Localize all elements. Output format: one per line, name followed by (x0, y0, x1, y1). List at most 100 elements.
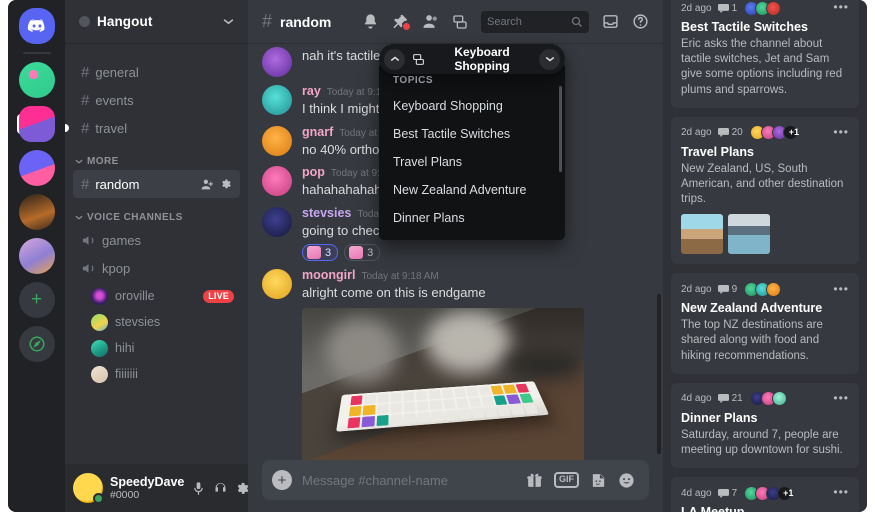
gift-icon[interactable] (526, 472, 543, 489)
headset-icon[interactable] (213, 481, 228, 496)
sidebar-item-random[interactable]: # random (73, 170, 240, 198)
voice-user-fiiiiiii[interactable]: fiiiiiii (85, 362, 240, 386)
count-value: 7 (731, 487, 738, 499)
menu-item-best-tactile-switches[interactable]: Best Tactile Switches (379, 120, 565, 148)
discord-logo-icon (27, 19, 44, 32)
menu-item-dinner-plans[interactable]: Dinner Plans (379, 204, 565, 232)
sidebar-item-general[interactable]: # general (73, 58, 240, 86)
thread-card[interactable]: 4d ago 21 ••• Dinner Plans Saturday, aro… (671, 382, 859, 469)
chevron-down-icon (75, 159, 83, 164)
pin-icon[interactable] (392, 13, 410, 30)
thread-more-button[interactable]: ••• (833, 486, 849, 498)
explore-servers-button[interactable] (18, 326, 55, 362)
search-input[interactable] (487, 15, 567, 28)
avatar[interactable] (262, 85, 292, 115)
chevron-up-icon[interactable] (384, 48, 405, 70)
thread-more-button[interactable]: ••• (833, 392, 849, 404)
message-author[interactable]: pop (302, 165, 325, 180)
add-member-icon[interactable] (201, 178, 214, 191)
avatar[interactable] (262, 166, 292, 197)
help-icon[interactable] (632, 13, 649, 30)
plus-icon: + (30, 289, 43, 310)
avatar[interactable] (73, 473, 104, 504)
avatar (771, 391, 787, 407)
server-icon-blue[interactable] (18, 150, 55, 186)
message-author[interactable]: stevsies (302, 206, 351, 221)
thread-more-button[interactable]: ••• (833, 1, 849, 13)
channel-settings-icon[interactable] (220, 178, 232, 191)
voice-user-oroville[interactable]: oroville LIVE (85, 284, 240, 308)
bell-icon[interactable] (362, 13, 379, 30)
gif-button[interactable]: GIF (554, 472, 579, 488)
voice-user-label: oroville (115, 289, 155, 303)
avatar (91, 339, 108, 357)
thread-meta: 4d ago 7 +1 ••• (681, 485, 849, 501)
server-icon-frog[interactable] (18, 106, 55, 142)
voice-user-stevsies[interactable]: stevsies (85, 310, 240, 334)
voice-user-label: fiiiiiii (115, 367, 138, 381)
message-author[interactable]: moongirl (302, 268, 355, 283)
thread-description: Saturday, around 7, people are meeting u… (681, 428, 843, 456)
thread-time: 4d ago (681, 393, 712, 405)
thread-image-road[interactable] (681, 214, 723, 255)
chevron-down-icon[interactable] (539, 48, 560, 70)
menu-scrollbar[interactable] (559, 86, 562, 172)
add-server-button[interactable]: + (18, 282, 55, 318)
thread-description: Eric asks the channel about tactile swit… (681, 38, 843, 96)
menu-item-new-zealand-adventure[interactable]: New Zealand Adventure (379, 176, 565, 204)
sticker-icon[interactable] (590, 472, 607, 489)
members-icon[interactable] (422, 13, 439, 30)
server-icon-mint[interactable] (18, 62, 55, 98)
count-value: 9 (731, 283, 738, 295)
voice-user-hihi[interactable]: hihi (85, 336, 240, 360)
thread-participants-overflow: +1 (782, 125, 799, 141)
attach-plus-icon[interactable]: + (272, 470, 292, 490)
search-box[interactable] (481, 10, 589, 33)
category-more[interactable]: MORE (65, 142, 248, 170)
sidebar-item-events[interactable]: # events (73, 86, 240, 114)
voice-channel-kpop[interactable]: kpop (73, 254, 240, 282)
menu-item-travel-plans[interactable]: Travel Plans (379, 148, 565, 176)
message-attachment-image[interactable] (302, 307, 584, 460)
home-button[interactable] (18, 8, 55, 44)
topic-picker-pill[interactable]: Keyboard Shopping (379, 44, 565, 74)
avatar[interactable] (262, 269, 292, 300)
thread-image-lake[interactable] (728, 214, 770, 255)
message-author[interactable]: ray (302, 84, 321, 99)
server-icon-pastel[interactable] (18, 238, 55, 274)
avatar[interactable] (262, 206, 292, 237)
inbox-icon[interactable] (602, 13, 619, 30)
message-author[interactable]: gnarf (302, 125, 333, 140)
composer-inner[interactable]: + GIF (262, 460, 649, 500)
thread-card[interactable]: 2d ago 1 ••• Best Tactile Switches Eric … (671, 0, 859, 108)
user-tag: #0000 (110, 489, 140, 502)
message-scrollbar[interactable] (657, 294, 661, 454)
channel-header: # random (248, 0, 663, 44)
thread-card[interactable]: 2d ago 9 ••• New Zealand Adventure The t… (671, 273, 859, 374)
reaction-chip[interactable]: 3 (302, 244, 339, 262)
avatar[interactable] (262, 47, 292, 77)
voice-channel-games[interactable]: games (73, 226, 240, 254)
menu-item-keyboard-shopping[interactable]: Keyboard Shopping (379, 92, 565, 120)
category-voice-channels[interactable]: VOICE CHANNELS (65, 198, 248, 226)
thread-title: Travel Plans (681, 144, 754, 159)
guild-header[interactable]: Hangout (65, 0, 248, 44)
thread-more-button[interactable]: ••• (833, 282, 849, 294)
rail-divider (22, 52, 51, 54)
message-input[interactable] (302, 472, 516, 488)
sidebar-item-travel[interactable]: # travel (65, 114, 240, 142)
avatar[interactable] (262, 125, 292, 156)
user-name: SpeedyDave (110, 474, 185, 489)
thread-more-button[interactable]: ••• (833, 126, 849, 138)
user-info[interactable]: SpeedyDave #0000 (110, 475, 184, 501)
thread-card[interactable]: 2d ago 20 +1 ••• Travel Plans New Zealan… (671, 116, 859, 265)
reaction-chip[interactable]: 3 (344, 244, 381, 262)
server-icon-photo[interactable] (18, 194, 55, 230)
thread-card[interactable]: 4d ago 7 +1 ••• LA Meetup Friends discus… (671, 477, 859, 512)
chevron-down-icon[interactable] (223, 18, 234, 25)
emoji-icon[interactable] (618, 472, 635, 489)
microphone-icon[interactable] (191, 481, 206, 496)
pin-badge (403, 23, 410, 30)
message-composer: + GIF (248, 460, 663, 512)
threads-icon[interactable] (452, 14, 468, 30)
